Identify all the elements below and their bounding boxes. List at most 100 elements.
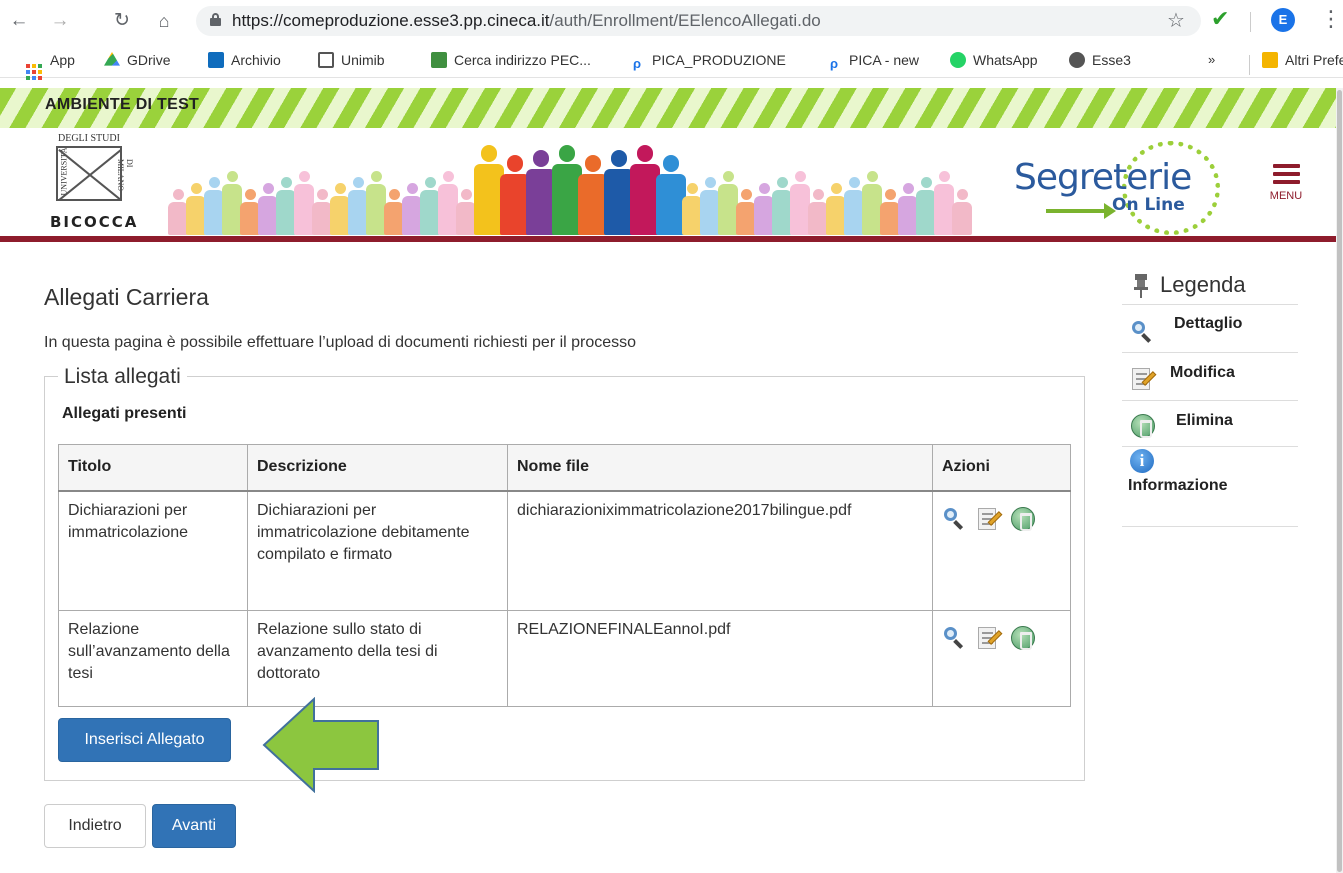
legend-title: Legenda	[1160, 272, 1246, 297]
fieldset-legend: Lista allegati	[58, 365, 187, 389]
legend-header: Legenda	[1122, 265, 1298, 305]
annotation-left-arrow-icon	[262, 697, 379, 793]
browser-menu-icon[interactable]: ⋮	[1320, 6, 1342, 32]
crowd-figure	[880, 189, 900, 235]
back-arrow-icon[interactable]: ←	[6, 8, 32, 34]
table-row: Relazione sull’avanzamento della tesi Re…	[58, 610, 1071, 707]
lock-icon	[210, 13, 221, 26]
cell-azioni	[932, 490, 1071, 611]
page-intro: In questa pagina è possibile effettuare …	[44, 334, 637, 351]
column-header-descrizione: Descrizione	[247, 444, 508, 492]
page-scrollbar[interactable]	[1336, 88, 1343, 873]
info-icon: i	[1130, 449, 1154, 473]
bookmark-archivio[interactable]: Archivio	[208, 50, 281, 70]
cell-titolo: Relazione sull’avanzamento della tesi	[58, 610, 248, 707]
cell-descrizione: Relazione sullo stato di avanzamento del…	[247, 610, 508, 707]
globe-icon	[1069, 52, 1085, 68]
crowd-figure	[420, 177, 440, 235]
test-environment-banner: AMBIENTE DI TEST	[0, 88, 1336, 128]
crowd-figure	[438, 171, 458, 235]
crowd-figure	[258, 183, 278, 235]
crowd-figure	[348, 177, 368, 235]
legend-item-dettaglio: Dettaglio	[1122, 305, 1298, 353]
crowd-figure	[952, 189, 972, 235]
university-logo[interactable]: DEGLI STUDI UNIVERSITÀ DI MILANO BICOCCA	[44, 133, 142, 233]
edit-icon[interactable]	[976, 506, 1003, 532]
legend-panel: Legenda Dettaglio Modifica Elimina i Inf…	[1122, 265, 1298, 527]
legend-item-modifica: Modifica	[1122, 353, 1298, 401]
logo-emblem	[56, 146, 122, 201]
magnifier-icon	[1130, 319, 1156, 345]
crowd-figure	[312, 189, 332, 235]
crowd-figure	[366, 171, 386, 235]
home-icon[interactable]: ⌂	[151, 8, 177, 34]
scrollbar-thumb[interactable]	[1337, 90, 1342, 872]
segreterie-online-logo[interactable]: Segreterie On Line	[1014, 141, 1224, 235]
crowd-figure	[790, 171, 810, 235]
crowd-figure	[222, 171, 242, 235]
reload-icon[interactable]: ↻	[109, 8, 135, 34]
column-header-azioni: Azioni	[932, 444, 1071, 492]
test-environment-label: AMBIENTE DI TEST	[45, 96, 200, 113]
attachments-table: Titolo Descrizione Nome file Azioni Dich…	[58, 444, 1071, 707]
bookmark-pica-new[interactable]: ρ PICA - new	[826, 50, 919, 71]
bookmarks-overflow[interactable]: »	[1208, 50, 1215, 70]
detail-magnifier-icon[interactable]	[942, 625, 968, 651]
cell-titolo: Dichiarazioni per immatricolazione	[58, 490, 248, 611]
crowd-figure	[330, 183, 350, 235]
menu-button[interactable]: MENU	[1262, 160, 1310, 212]
cell-azioni	[932, 610, 1071, 707]
trash-icon[interactable]	[1010, 506, 1036, 532]
address-bar[interactable]: https://comeproduzione.esse3.pp.cineca.i…	[196, 6, 1201, 36]
crowd-figure	[294, 171, 314, 235]
table-row: Dichiarazioni per immatricolazione Dichi…	[58, 490, 1071, 611]
bookmark-altri-preferiti[interactable]: Altri Preferiti	[1262, 50, 1343, 70]
bookmark-apps[interactable]: App	[26, 50, 75, 80]
apps-grid-icon	[26, 64, 42, 80]
crowd-figure	[736, 189, 756, 235]
crowd-figure	[186, 183, 206, 235]
menu-label: MENU	[1269, 190, 1303, 202]
legend-item-label: Dettaglio	[1174, 315, 1243, 332]
logo-text-top: DEGLI STUDI	[58, 133, 120, 144]
header-divider	[0, 236, 1336, 242]
bookmark-pec[interactable]: Cerca indirizzo PEC...	[431, 50, 591, 70]
legend-item-informazione: i Informazione	[1122, 447, 1298, 527]
legend-item-label: Elimina	[1176, 412, 1233, 429]
extension-check-icon[interactable]: ✔	[1211, 6, 1229, 32]
crowd-figure	[826, 183, 846, 235]
whatsapp-icon	[950, 52, 966, 68]
bookmark-unimib[interactable]: Unimib	[318, 50, 385, 70]
bookmark-star-icon[interactable]: ☆	[1167, 8, 1185, 33]
pec-icon	[431, 52, 447, 68]
pica-icon: ρ	[829, 56, 839, 71]
insert-attachment-button[interactable]: Inserisci Allegato	[58, 718, 231, 762]
bookmark-esse3[interactable]: Esse3	[1069, 50, 1131, 70]
legend-item-label: Informazione	[1128, 477, 1228, 494]
bookmark-whatsapp[interactable]: WhatsApp	[950, 50, 1038, 70]
crowd-figure	[682, 183, 702, 235]
crowd-figure	[898, 183, 918, 235]
profile-avatar[interactable]: E	[1271, 8, 1295, 32]
trash-icon[interactable]	[1010, 625, 1036, 651]
bookmarks-divider	[1249, 55, 1250, 75]
bookmark-gdrive[interactable]: GDrive	[104, 50, 171, 70]
detail-magnifier-icon[interactable]	[942, 506, 968, 532]
unimib-icon	[318, 52, 334, 68]
edit-icon[interactable]	[976, 625, 1003, 651]
bookmark-pica-produzione[interactable]: ρ PICA_PRODUZIONE	[629, 50, 786, 71]
next-button[interactable]: Avanti	[152, 804, 236, 848]
legend-item-elimina: Elimina	[1122, 401, 1298, 447]
back-button[interactable]: Indietro	[44, 804, 146, 848]
crowd-figure	[168, 189, 188, 235]
url-text[interactable]: https://comeproduzione.esse3.pp.cineca.i…	[232, 11, 821, 31]
column-header-nome-file: Nome file	[507, 444, 933, 492]
page-title: Allegati Carriera	[44, 284, 209, 310]
pica-icon: ρ	[632, 56, 642, 71]
crowd-figure	[754, 183, 774, 235]
forward-arrow-icon[interactable]: →	[47, 8, 73, 34]
brand-sub: On Line	[1112, 195, 1185, 215]
edit-icon	[1130, 366, 1157, 392]
column-header-titolo: Titolo	[58, 444, 248, 492]
browser-chrome: ← → ↻ ⌂ https://comeproduzione.esse3.pp.…	[0, 0, 1343, 80]
